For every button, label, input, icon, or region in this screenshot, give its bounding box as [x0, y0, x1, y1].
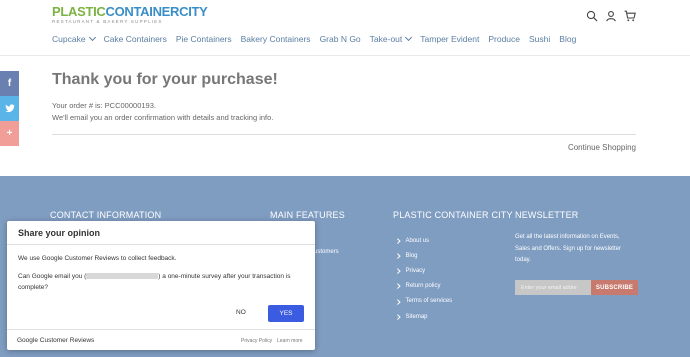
- footer-newsletter-heading: NEWSLETTER: [515, 210, 579, 220]
- footer-link-return-policy[interactable]: Return policy: [395, 279, 452, 294]
- chevron-right-icon: [395, 283, 401, 289]
- nav-produce[interactable]: Produce: [488, 34, 520, 44]
- footer-pcc-heading: PLASTIC CONTAINER CITY: [393, 210, 513, 220]
- order-number-text: Your order # is: PCC00000193.: [52, 101, 156, 110]
- plus-icon: +: [6, 128, 13, 139]
- footer-link-blog[interactable]: Blog: [395, 248, 452, 263]
- facebook-icon: f: [7, 78, 12, 89]
- logo-wordmark: PLASTICCONTAINERCITY: [52, 4, 208, 19]
- divider: [7, 244, 315, 245]
- chevron-down-icon: [88, 33, 96, 42]
- site-header: PLASTICCONTAINERCITY RESTAURANT & BAKERY…: [0, 0, 690, 56]
- footer-features-text: ustomers: [314, 249, 339, 255]
- twitter-icon: [4, 104, 15, 113]
- user-icon[interactable]: [605, 10, 617, 22]
- footer-links: About us Blog Privacy Return policy Term…: [395, 233, 452, 324]
- nav-cupcake[interactable]: Cupcake: [52, 33, 96, 44]
- chevron-right-icon: [395, 268, 401, 274]
- nav-bakery-containers[interactable]: Bakery Containers: [241, 34, 311, 44]
- divider: [7, 329, 315, 330]
- privacy-policy-link[interactable]: Privacy Policy: [241, 338, 272, 344]
- accept-button[interactable]: YES: [268, 305, 304, 322]
- main-nav: Cupcake Cake Containers Pie Containers B…: [52, 33, 576, 44]
- header-actions: [586, 10, 636, 22]
- chevron-right-icon: [395, 238, 401, 244]
- cart-icon[interactable]: [624, 10, 636, 22]
- divider: [52, 134, 636, 135]
- newsletter-description: Get all the latest information on Events…: [515, 234, 621, 263]
- confirmation-text: We'll email you an order confirmation wi…: [52, 113, 274, 122]
- survey-opt-in-dialog: Share your opinion We use Google Custome…: [7, 221, 315, 350]
- learn-more-link[interactable]: Learn more: [277, 338, 303, 344]
- nav-blog[interactable]: Blog: [559, 34, 576, 44]
- newsletter-email-input[interactable]: [515, 280, 591, 295]
- twitter-share-button[interactable]: [0, 96, 19, 121]
- chevron-down-icon: [405, 33, 413, 42]
- more-share-button[interactable]: +: [0, 121, 19, 146]
- dialog-intro-text: We use Google Customer Reviews to collec…: [18, 255, 177, 262]
- footer-contact-heading: CONTACT INFORMATION: [50, 210, 162, 220]
- decline-button[interactable]: NO: [236, 309, 246, 316]
- redacted-email: [86, 273, 159, 280]
- nav-tamper-evident[interactable]: Tamper Evident: [420, 34, 479, 44]
- chevron-right-icon: [395, 253, 401, 259]
- logo-tagline: RESTAURANT & BAKERY SUPPLIES: [52, 19, 163, 24]
- nav-grab-n-go[interactable]: Grab N Go: [320, 34, 361, 44]
- nav-cake-containers[interactable]: Cake Containers: [104, 34, 167, 44]
- chevron-right-icon: [395, 298, 401, 304]
- facebook-share-button[interactable]: f: [0, 71, 19, 96]
- page-title: Thank you for your purchase!: [52, 71, 278, 88]
- continue-shopping-link[interactable]: Continue Shopping: [568, 143, 636, 152]
- footer-link-privacy[interactable]: Privacy: [395, 263, 452, 278]
- dialog-question-text: Can Google email you () a one-minute sur…: [18, 273, 291, 291]
- social-share-bar: f +: [0, 71, 19, 146]
- footer-link-about[interactable]: About us: [395, 233, 452, 248]
- nav-take-out[interactable]: Take-out: [370, 33, 413, 44]
- site-logo[interactable]: PLASTICCONTAINERCITY RESTAURANT & BAKERY…: [52, 5, 208, 25]
- nav-pie-containers[interactable]: Pie Containers: [176, 34, 232, 44]
- search-icon[interactable]: [586, 10, 598, 22]
- footer-features-heading: MAIN FEATURES: [270, 210, 345, 220]
- subscribe-button[interactable]: SUBSCRIBE: [591, 280, 638, 295]
- nav-sushi[interactable]: Sushi: [529, 34, 550, 44]
- footer-link-terms[interactable]: Terms of services: [395, 294, 452, 309]
- dialog-title: Share your opinion: [18, 228, 101, 238]
- dialog-brand: Google Customer Reviews: [17, 337, 95, 344]
- footer-link-sitemap[interactable]: Sitemap: [395, 309, 452, 324]
- chevron-right-icon: [395, 314, 401, 320]
